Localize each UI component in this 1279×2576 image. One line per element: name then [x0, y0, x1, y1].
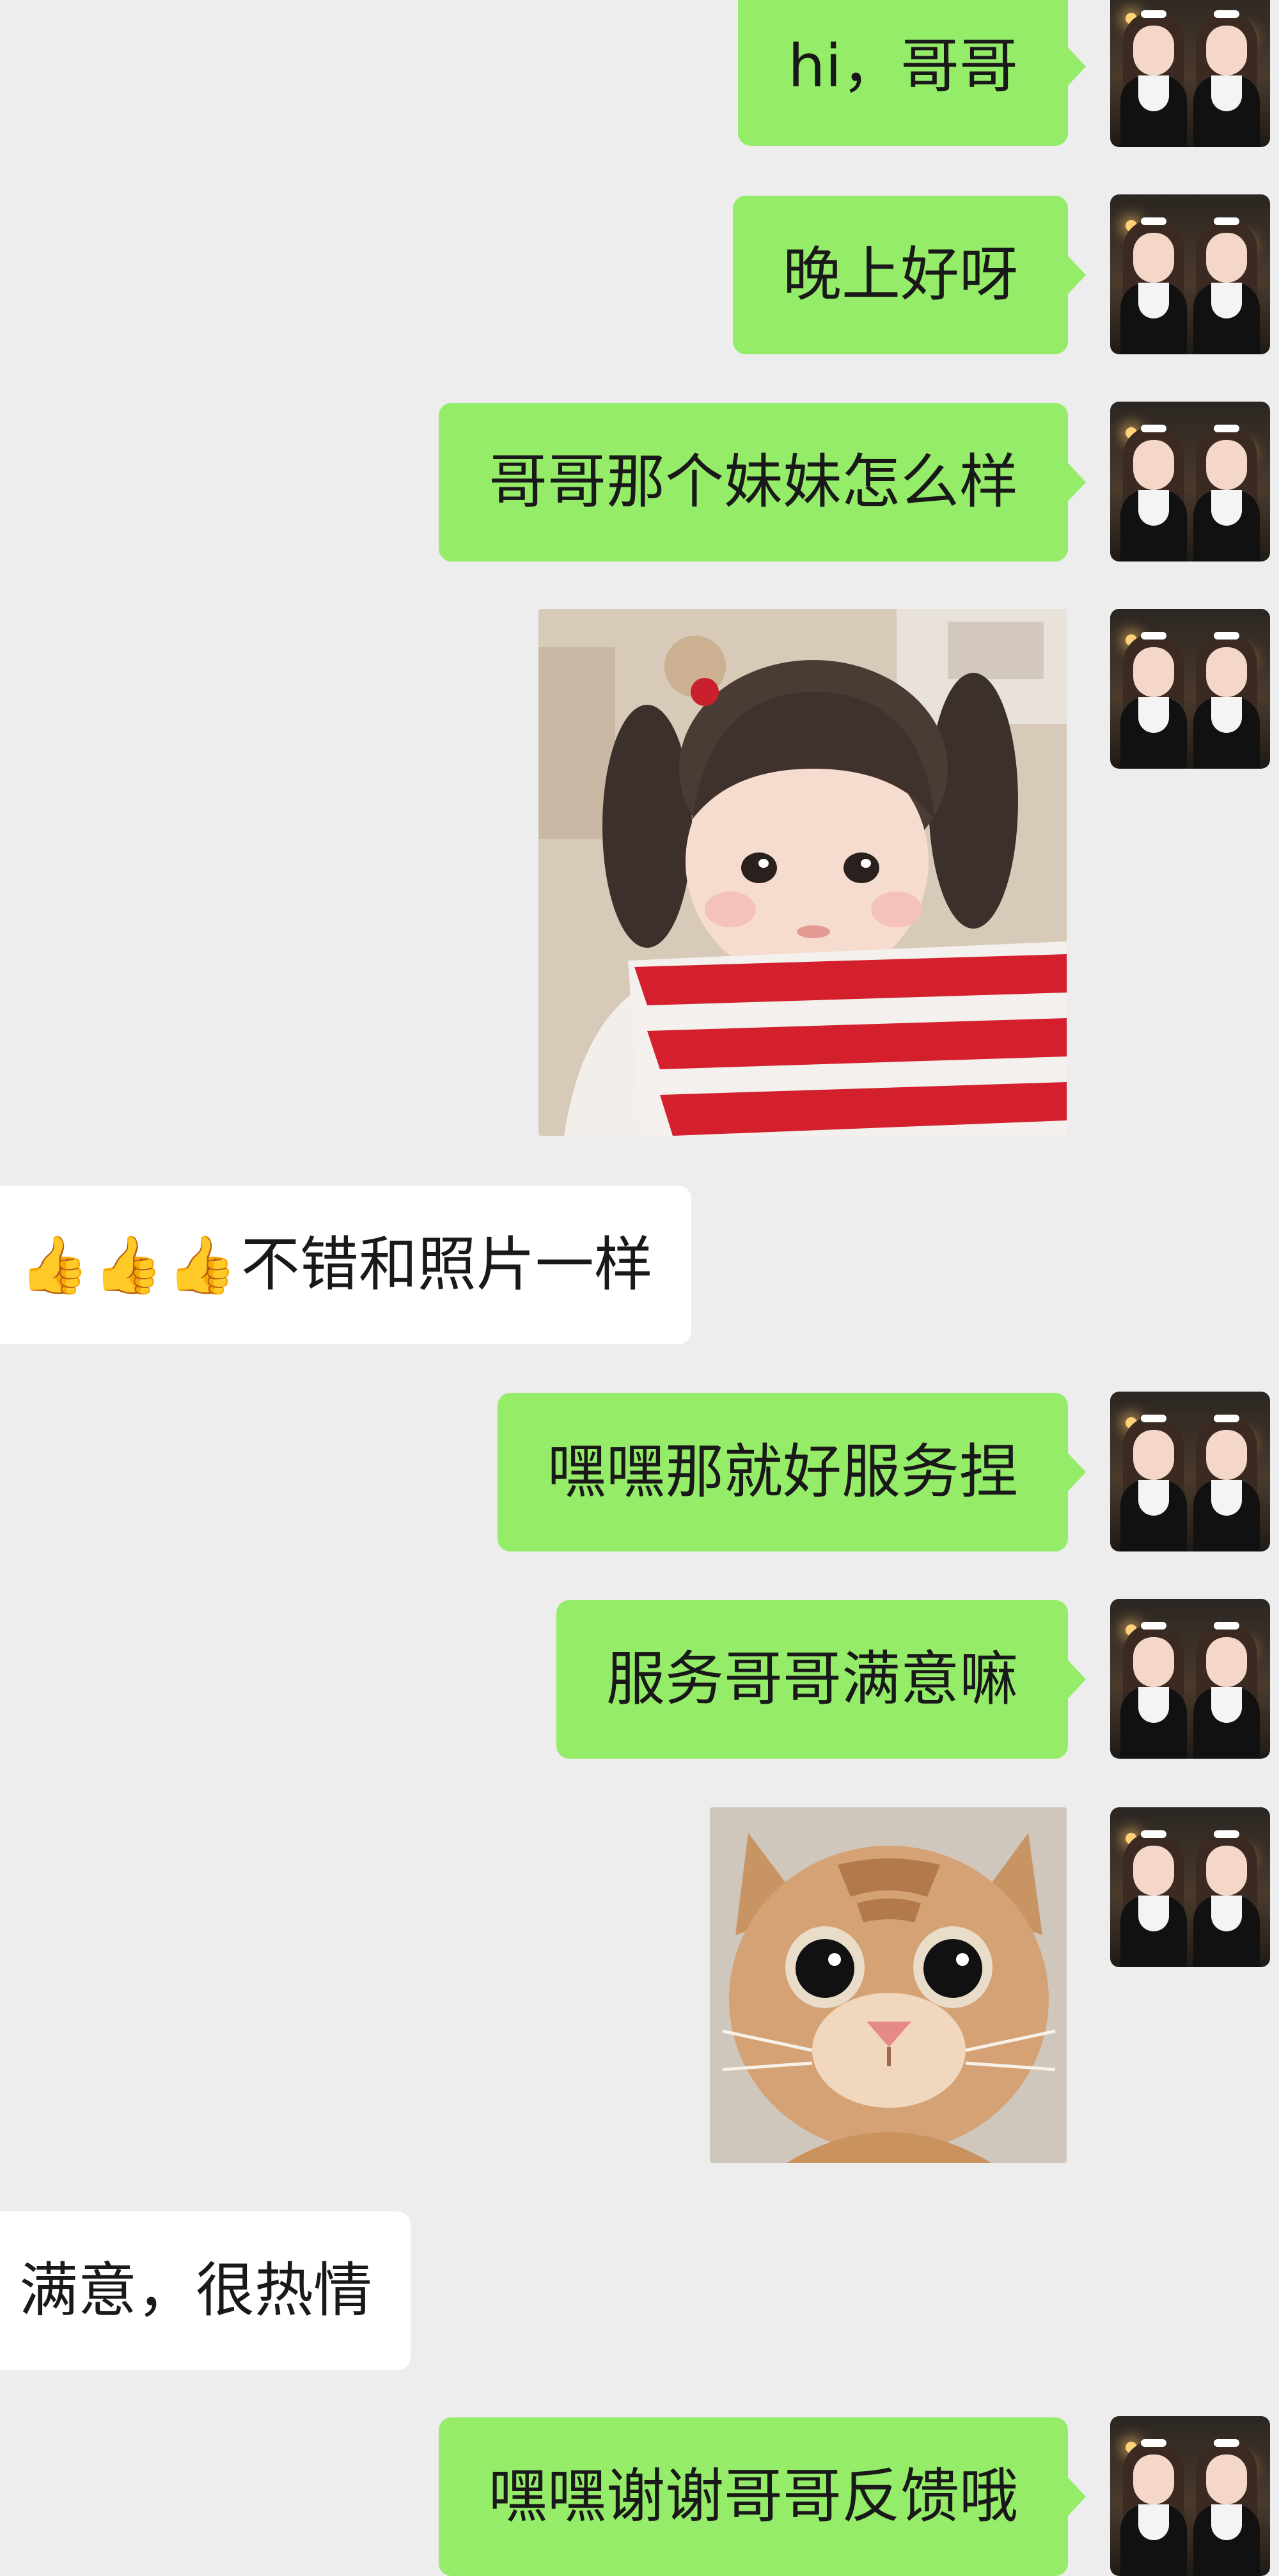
- chat-screen: { "colors": { "background": "#ededed", "…: [0, 0, 1279, 2576]
- sent-message-bubble[interactable]: 服务哥哥满意嘛: [556, 1600, 1087, 1759]
- message-text: hi，哥哥: [788, 32, 1018, 100]
- sent-image-message[interactable]: [538, 609, 1067, 1136]
- message-text: 服务哥哥满意嘛: [606, 1645, 1018, 1713]
- user-avatar[interactable]: [1110, 2416, 1270, 2576]
- message-text: 晚上好呀: [782, 240, 1018, 309]
- message-text: 不错和照片一样: [240, 1230, 653, 1299]
- thumbs-up-icon: 👍: [167, 1232, 237, 1298]
- user-avatar[interactable]: [1110, 1392, 1270, 1551]
- message-text: 满意，很热情: [19, 2256, 373, 2325]
- received-message-bubble[interactable]: 满意，很热情: [0, 2211, 411, 2370]
- thumbs-up-icon: 👍: [19, 1232, 90, 1298]
- girl-photo-image: [538, 609, 1067, 1136]
- user-avatar[interactable]: [1110, 609, 1270, 769]
- sent-message-bubble[interactable]: 嘿嘿谢谢哥哥反馈哦: [438, 2417, 1087, 2576]
- received-message-bubble[interactable]: 👍 👍 👍 不错和照片一样: [0, 1186, 691, 1344]
- message-text: 嘿嘿那就好服务捏: [547, 1438, 1018, 1506]
- user-avatar[interactable]: [1110, 1807, 1270, 1967]
- message-list[interactable]: hi，哥哥 晚上好呀 哥哥那个妹妹怎么样 👍 👍 👍 不错和照片一样 嘿嘿那就好…: [0, 0, 1279, 2576]
- sent-image-message[interactable]: [710, 1807, 1067, 2163]
- sent-message-bubble[interactable]: 晚上好呀: [732, 196, 1087, 354]
- user-avatar[interactable]: [1110, 402, 1270, 562]
- sent-message-bubble[interactable]: hi，哥哥: [738, 0, 1086, 146]
- cat-photo-image: [710, 1807, 1067, 2163]
- user-avatar[interactable]: [1110, 0, 1270, 147]
- message-text: 哥哥那个妹妹怎么样: [488, 448, 1018, 516]
- user-avatar[interactable]: [1110, 1599, 1270, 1759]
- thumbs-up-icon: 👍: [93, 1232, 164, 1298]
- sent-message-bubble[interactable]: 哥哥那个妹妹怎么样: [438, 403, 1087, 562]
- sent-message-bubble[interactable]: 嘿嘿那就好服务捏: [497, 1393, 1087, 1551]
- user-avatar[interactable]: [1110, 194, 1270, 354]
- message-text: 嘿嘿谢谢哥哥反馈哦: [488, 2462, 1018, 2531]
